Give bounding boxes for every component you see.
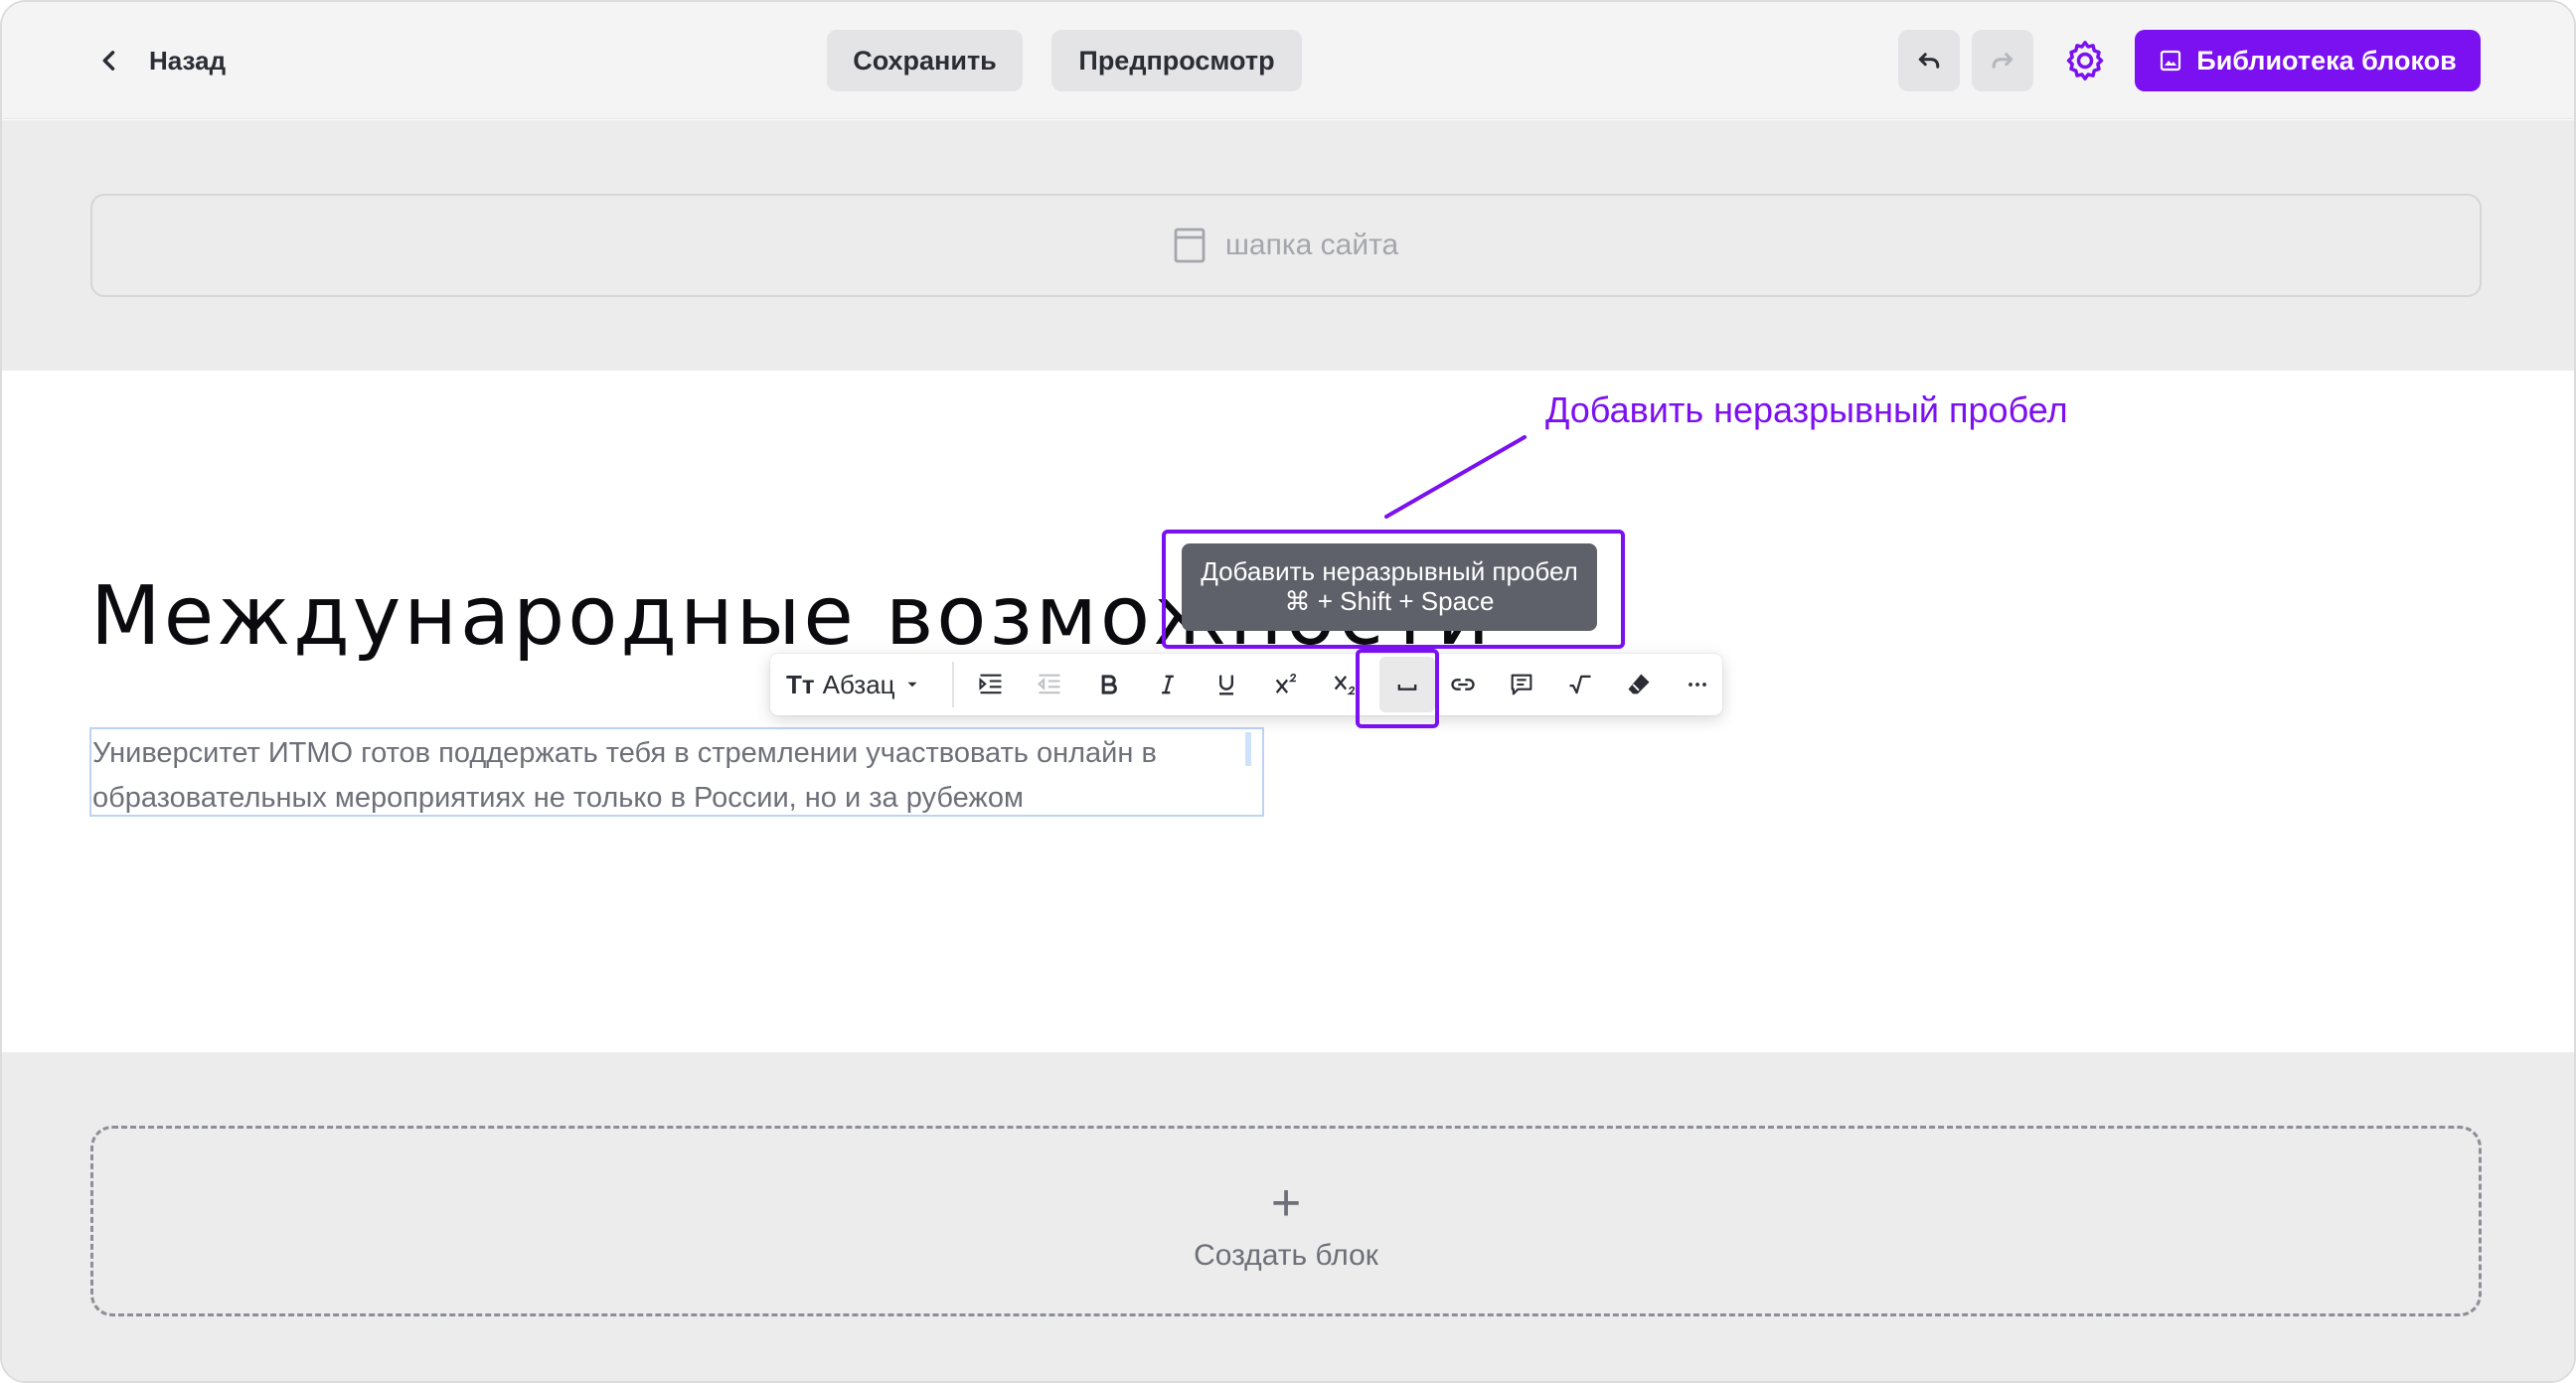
- more-button[interactable]: [1673, 654, 1722, 715]
- create-block-label: Создать блок: [1194, 1239, 1378, 1272]
- image-icon: [2161, 50, 2181, 72]
- superscript-button[interactable]: [1261, 654, 1311, 715]
- superscript-icon: [1275, 673, 1297, 693]
- bottom-area: + Создать блок: [2, 1052, 2574, 1381]
- text-style-icon: Tт: [786, 669, 815, 699]
- redo-button[interactable]: [1972, 30, 2033, 91]
- format-toolbar: Tт Абзац: [770, 654, 1722, 715]
- editor-window: Назад Сохранить Предпросмотр Библиотека …: [0, 0, 2576, 1383]
- comment-icon: [1511, 674, 1532, 695]
- link-button[interactable]: [1438, 654, 1488, 715]
- plus-icon: +: [1270, 1174, 1302, 1232]
- indent-icon: [979, 674, 1002, 694]
- toolbar-divider: [952, 662, 954, 707]
- italic-icon: [1162, 675, 1174, 694]
- annotation-highlight-button: [1356, 649, 1439, 728]
- bold-button[interactable]: [1084, 654, 1134, 715]
- caret-down-icon: [907, 682, 917, 688]
- link-icon: [1451, 679, 1475, 691]
- indent-button[interactable]: [966, 654, 1016, 715]
- outdent-icon: [1037, 674, 1060, 694]
- clear-format-button[interactable]: [1614, 654, 1664, 715]
- paragraph-text[interactable]: Университет ИТМО готов поддержать тебя в…: [89, 727, 1264, 817]
- preview-button[interactable]: Предпросмотр: [1051, 30, 1302, 91]
- undo-button[interactable]: [1898, 30, 1960, 91]
- paragraph-style-dropdown[interactable]: Tт Абзац: [786, 654, 941, 715]
- subscript-icon: [1334, 676, 1356, 695]
- undo-icon: [1918, 53, 1940, 69]
- back-label: Назад: [149, 45, 227, 76]
- comment-button[interactable]: [1497, 654, 1546, 715]
- underline-icon: [1219, 675, 1233, 695]
- site-header-block[interactable]: шапка сайта: [90, 194, 2482, 297]
- eraser-icon: [1628, 674, 1650, 694]
- create-block-button[interactable]: + Создать блок: [90, 1126, 2482, 1316]
- square-root-icon: [1569, 675, 1591, 694]
- annotation-label: Добавить неразрывный пробел: [1545, 389, 2068, 430]
- paragraph-line: образовательных мероприятиях не только в…: [92, 782, 1024, 814]
- chevron-left-icon: [102, 51, 115, 71]
- paragraph-style-label: Абзац: [822, 669, 895, 699]
- italic-button[interactable]: [1143, 654, 1193, 715]
- block-library-button[interactable]: Библиотека блоков: [2135, 30, 2481, 91]
- site-header-label: шапка сайта: [1224, 229, 1399, 261]
- text-cursor: [1245, 732, 1251, 766]
- outdent-button[interactable]: [1025, 654, 1074, 715]
- back-button[interactable]: Назад: [95, 40, 226, 81]
- paragraph-line: Университет ИТМО готов поддержать тебя в…: [92, 737, 1157, 769]
- annotation-highlight-tooltip: [1162, 530, 1625, 649]
- formula-button[interactable]: [1555, 654, 1605, 715]
- underline-button[interactable]: [1202, 654, 1251, 715]
- block-library-label: Библиотека блоков: [2196, 45, 2457, 76]
- bold-icon: [1101, 675, 1117, 694]
- save-button[interactable]: Сохранить: [827, 30, 1023, 91]
- top-bar: Назад Сохранить Предпросмотр Библиотека …: [2, 2, 2574, 119]
- gear-icon[interactable]: [2062, 38, 2108, 83]
- more-icon: [1689, 683, 1706, 687]
- header-area: шапка сайта: [2, 120, 2574, 371]
- redo-icon: [1992, 53, 2013, 69]
- page-icon: [1174, 228, 1206, 263]
